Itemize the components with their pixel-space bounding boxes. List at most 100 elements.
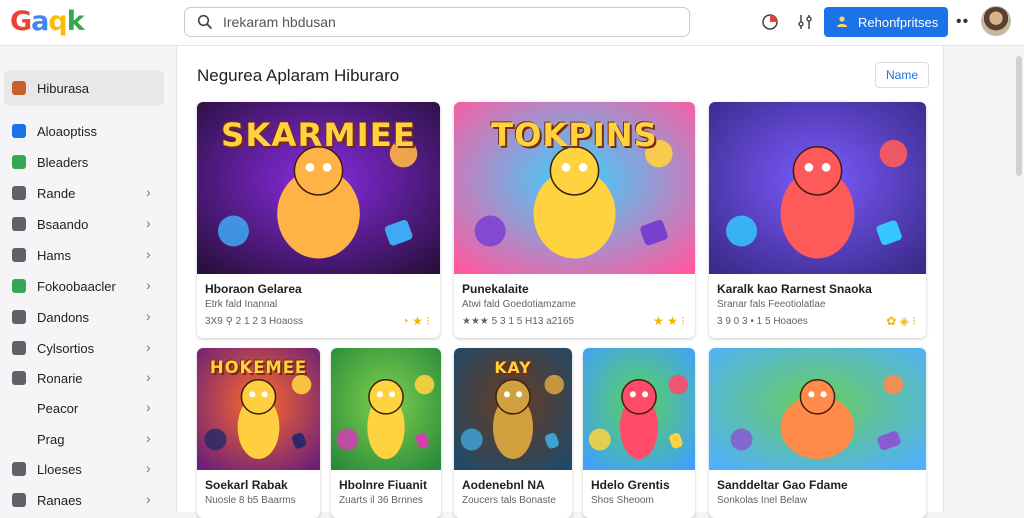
folder-icon <box>12 462 26 476</box>
game-logo-text: SKARMIEE <box>221 115 416 154</box>
sidebar-item[interactable]: Cylsortios › <box>4 333 164 363</box>
apps-launcher-icon[interactable] <box>761 13 779 31</box>
sidebar-item-label: Peacor <box>37 401 79 416</box>
logo-letter: k <box>66 6 85 37</box>
logo-letter: a <box>31 6 49 37</box>
app-actions-icon[interactable]: ✿ ◈ ⁝ <box>886 314 916 328</box>
sidebar-item[interactable]: Peacor › <box>4 393 164 423</box>
sidebar: Hiburasa Aloaoptiss Bleaders Rande › Bsaando ›… <box>0 46 176 512</box>
sidebar-item-label: Dandons <box>37 310 90 325</box>
game-artwork-image <box>583 348 695 470</box>
sidebar-item[interactable]: Hiburasa <box>4 70 164 106</box>
search-bar[interactable] <box>184 7 690 37</box>
game-logo-text: HOKEMEE <box>209 357 308 377</box>
sidebar-item[interactable]: Ronarie › <box>4 363 164 393</box>
app-title[interactable]: Hdelo Grentis <box>591 478 670 492</box>
main-content: Negurea Aplaram Hiburaro Name SKARMIEE Hb… <box>176 46 944 518</box>
app-card[interactable]: Hbolnre Fiuanit Zuarts il 36 Brnnes <box>331 348 441 518</box>
sidebar-item-label: Cylsortios <box>37 341 95 356</box>
app-rating-stats: 3X9 ⚲ 2 1 2 3 Hoaoss <box>205 316 303 327</box>
sidebar-item-label: Lloeses <box>37 462 82 477</box>
sidebar-item-label: Hams <box>37 248 71 263</box>
app-developer: Shos Sheoom <box>591 495 654 506</box>
calendar-icon <box>12 371 26 385</box>
logo-letter: G <box>10 6 32 37</box>
game-logo-text: TOKPINS <box>491 115 658 154</box>
app-thumbnail[interactable]: TOKPINS <box>454 102 695 274</box>
avatar[interactable] <box>981 6 1011 36</box>
sidebar-item-label: Fokoobaacler <box>37 279 116 294</box>
app-card[interactable]: HOKEMEE Soekarl Rabak Nuosle 8 b5 Baarms <box>197 348 320 518</box>
puzzle-icon <box>12 279 26 293</box>
section-title: Negurea Aplaram Hiburaro <box>197 66 400 85</box>
chevron-right-icon: › <box>146 184 151 200</box>
app-card[interactable]: SKARMIEE Hboraon Gelarea Etrk fald Inannal… <box>197 102 440 338</box>
app-title[interactable]: Punekalaite <box>462 282 529 296</box>
sidebar-item[interactable]: Prag › <box>4 424 164 454</box>
sidebar-item[interactable]: Rande › <box>4 178 164 208</box>
sidebar-item-label: Bleaders <box>37 155 89 170</box>
app-rating-stats: ★★★ 5 3 1 5 H13 a2165 <box>462 316 574 327</box>
sidebar-item[interactable]: Fokoobaacler › <box>4 271 164 301</box>
app-title[interactable]: Hboraon Gelarea <box>205 282 302 296</box>
app-logo[interactable]: Gaqk <box>10 6 85 37</box>
game-artwork-image <box>709 348 926 470</box>
sort-name-button[interactable]: Name <box>875 62 929 88</box>
app-title[interactable]: Karalk kao Rarnest Snaoka <box>717 282 872 296</box>
sidebar-item[interactable]: Ranaes › <box>4 485 164 515</box>
sidebar-item-label: Hiburasa <box>37 81 90 96</box>
game-artwork-image <box>709 102 926 274</box>
app-developer: Sranar fals Feeotiolatlae <box>717 299 826 310</box>
sidebar-item[interactable]: Lloeses › <box>4 454 164 484</box>
chevron-right-icon: › <box>146 399 151 415</box>
app-rating-stats: 3 9 0 3 • 1 5 Hoaoes <box>717 316 808 327</box>
box-icon <box>12 186 26 200</box>
settings-sliders-icon[interactable] <box>796 13 814 31</box>
top-bar: Gaqk Rehonfpritses •• <box>0 0 1024 46</box>
app-card[interactable]: Hdelo Grentis Shos Sheoom <box>583 348 695 518</box>
app-actions-icon[interactable]: ★ ★ ⁝ <box>653 314 685 328</box>
tag-icon <box>12 341 26 355</box>
sidebar-item-label: Ronarie <box>37 371 83 386</box>
app-thumbnail[interactable] <box>583 348 695 470</box>
folder-icon <box>12 217 26 231</box>
app-title[interactable]: Soekarl Rabak <box>205 478 288 492</box>
person-icon <box>837 16 847 27</box>
search-input[interactable] <box>223 12 663 32</box>
app-thumbnail[interactable] <box>331 348 441 470</box>
house-icon <box>12 310 26 324</box>
app-developer: Sonkolas Inel Belaw <box>717 495 808 506</box>
app-developer: Etrk fald Inannal <box>205 299 278 310</box>
sidebar-item-label: Aloaoptiss <box>37 124 97 139</box>
app-thumbnail[interactable]: SKARMIEE <box>197 102 440 274</box>
sign-in-button[interactable]: Rehonfpritses <box>824 7 948 37</box>
app-actions-icon[interactable]: ◔ ★ ⁝ <box>402 314 431 328</box>
app-thumbnail[interactable] <box>709 348 926 470</box>
app-thumbnail[interactable] <box>709 102 926 274</box>
more-options-icon[interactable]: •• <box>956 13 969 31</box>
app-card[interactable]: TOKPINS Punekalaite Atwi fald Goedotiamzam… <box>454 102 695 338</box>
chevron-right-icon: › <box>146 277 151 293</box>
sidebar-item[interactable]: Bleaders <box>4 147 164 177</box>
app-thumbnail[interactable]: HOKEMEE <box>197 348 320 470</box>
gear-icon <box>12 493 26 507</box>
tv-icon <box>12 248 26 262</box>
app-title[interactable]: Aodenebnl NA <box>462 478 545 492</box>
sign-in-label: Rehonfpritses <box>858 15 939 30</box>
sidebar-item[interactable]: Dandons › <box>4 302 164 332</box>
sidebar-item[interactable]: Hams › <box>4 240 164 270</box>
app-thumbnail[interactable]: KAY <box>454 348 572 470</box>
sidebar-item-label: Prag <box>37 432 65 447</box>
sidebar-item[interactable]: Bsaando › <box>4 209 164 239</box>
app-card[interactable]: Sanddeltar Gao Fdame Sonkolas Inel Belaw <box>709 348 926 518</box>
sidebar-item[interactable]: Aloaoptiss <box>4 116 164 146</box>
scrollbar[interactable] <box>1016 46 1022 512</box>
app-title[interactable]: Sanddeltar Gao Fdame <box>717 478 848 492</box>
right-rail <box>944 46 1024 512</box>
app-card[interactable]: KAY Aodenebnl NA Zoucers tals Bonaste <box>454 348 572 518</box>
chevron-right-icon: › <box>146 430 151 446</box>
app-card[interactable]: Karalk kao Rarnest Snaoka Sranar fals Fee… <box>709 102 926 338</box>
scroll-thumb[interactable] <box>1016 56 1022 176</box>
app-title[interactable]: Hbolnre Fiuanit <box>339 478 427 492</box>
app-developer: Zoucers tals Bonaste <box>462 495 556 506</box>
